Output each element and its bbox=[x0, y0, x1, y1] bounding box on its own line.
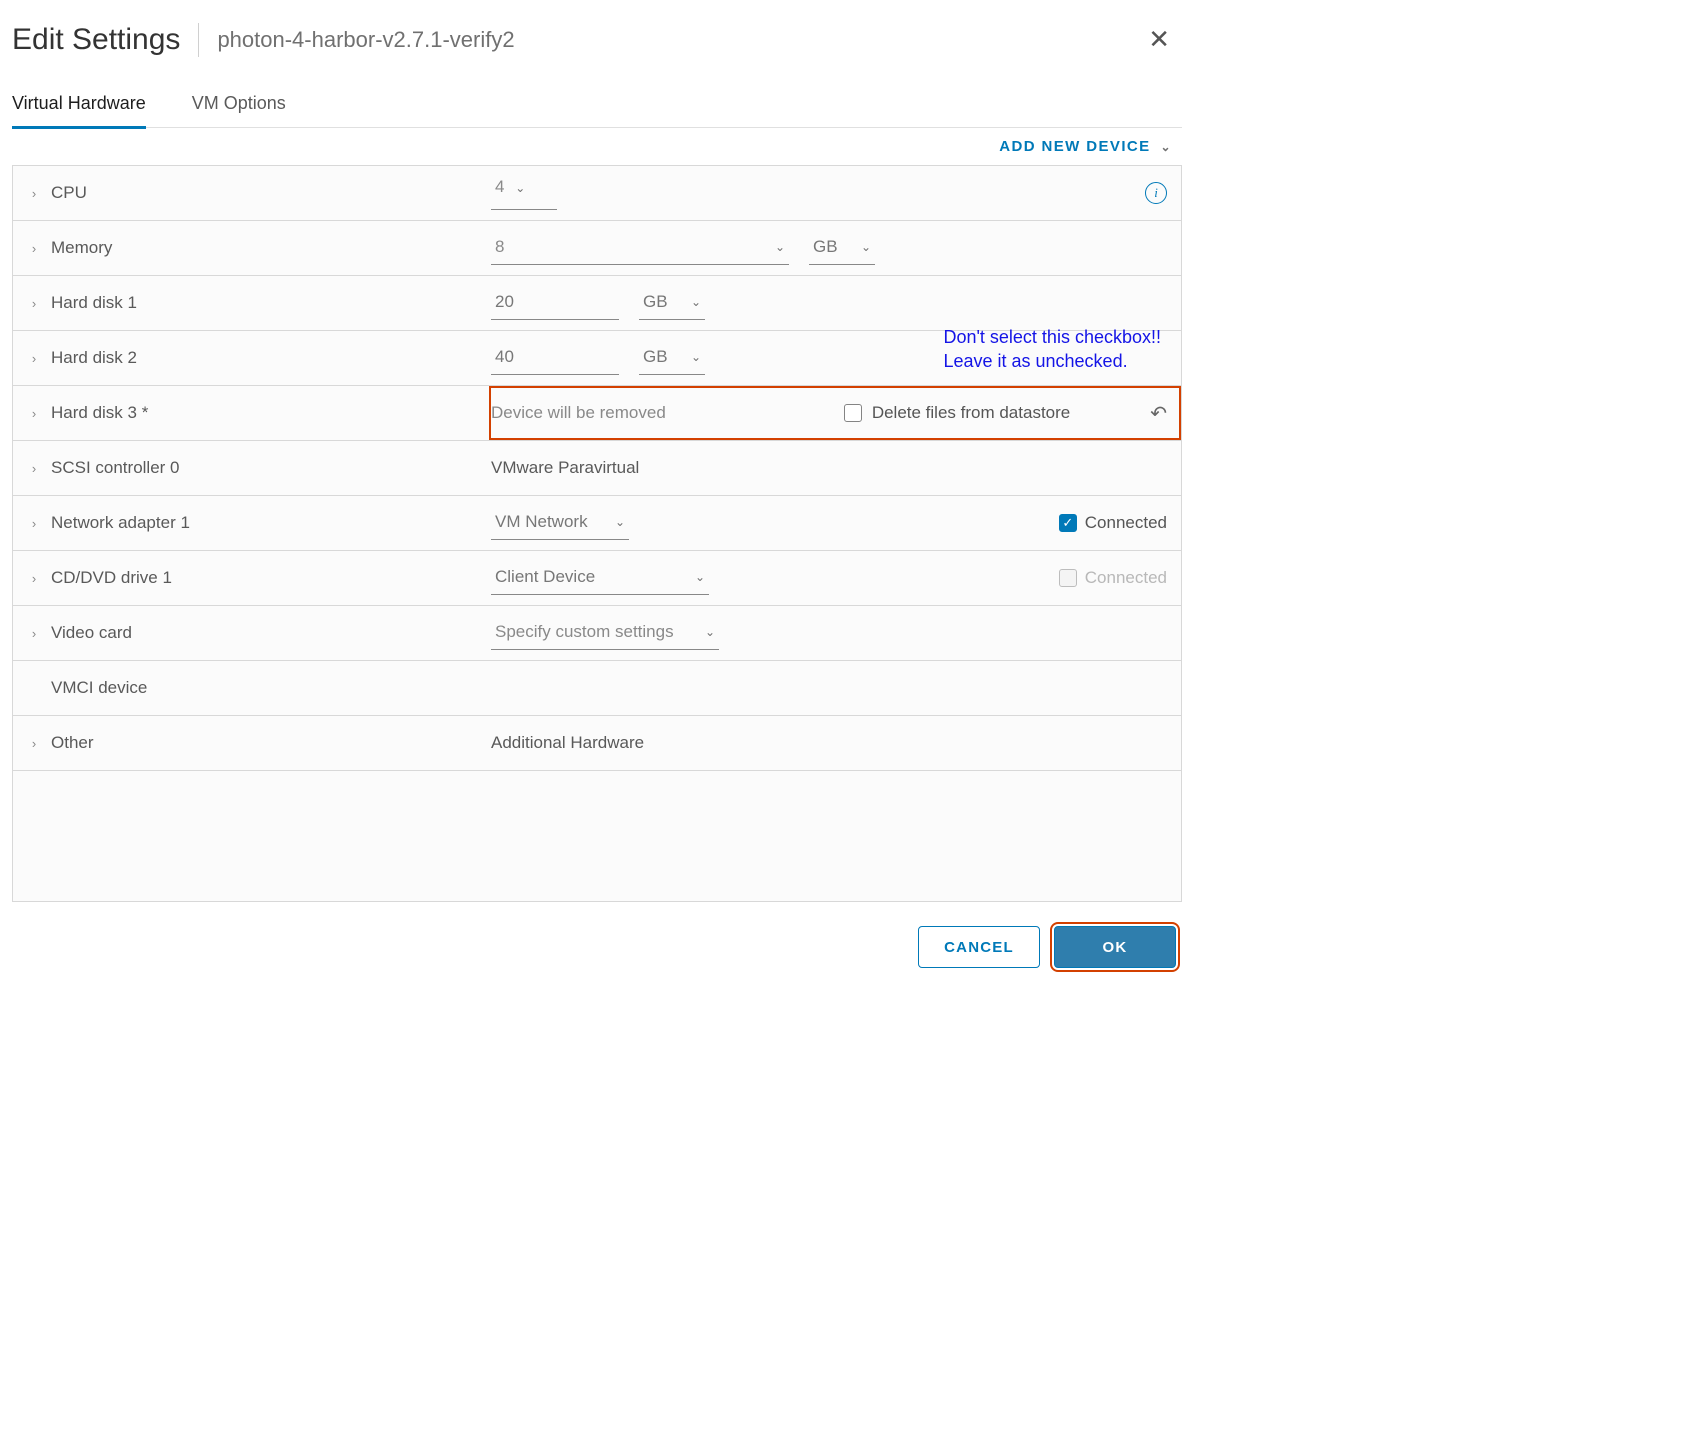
modal-title: Edit Settings bbox=[12, 23, 198, 57]
chevron-down-icon: ⌄ bbox=[609, 515, 625, 529]
tab-virtual-hardware[interactable]: Virtual Hardware bbox=[12, 83, 146, 129]
row-label: Hard disk 1 bbox=[51, 293, 491, 313]
row-label: CD/DVD drive 1 bbox=[51, 568, 491, 588]
undo-icon[interactable]: ↶ bbox=[1150, 401, 1167, 426]
memory-unit: GB bbox=[813, 237, 838, 257]
hardware-table: › CPU 4 ⌄ i › Memory 8 ⌄ GB bbox=[12, 165, 1182, 902]
network-adapter-select[interactable]: VM Network ⌄ bbox=[491, 507, 629, 540]
row-hard-disk-3: › Hard disk 3 * Device will be removed D… bbox=[13, 386, 1181, 441]
expand-toggle-icon[interactable]: › bbox=[27, 406, 41, 421]
row-video-card: › Video card Specify custom settings ⌄ bbox=[13, 606, 1181, 661]
row-label: Network adapter 1 bbox=[51, 513, 491, 533]
expand-toggle-icon[interactable]: › bbox=[27, 186, 41, 201]
hd1-unit: GB bbox=[643, 292, 668, 312]
info-icon[interactable]: i bbox=[1145, 182, 1167, 204]
row-label: VMCI device bbox=[51, 678, 491, 698]
delete-files-checkbox[interactable] bbox=[844, 404, 862, 422]
expand-toggle-icon[interactable]: › bbox=[27, 296, 41, 311]
chevron-down-icon: ⌄ bbox=[509, 181, 525, 195]
cpu-select[interactable]: 4 ⌄ bbox=[491, 177, 557, 210]
expand-toggle-icon[interactable]: › bbox=[27, 241, 41, 256]
chevron-down-icon: ⌄ bbox=[699, 625, 715, 639]
hd2-size-input[interactable] bbox=[491, 342, 619, 375]
row-label: SCSI controller 0 bbox=[51, 458, 491, 478]
memory-input[interactable]: 8 ⌄ bbox=[491, 232, 789, 265]
row-label: Memory bbox=[51, 238, 491, 258]
chevron-down-icon: ⌄ bbox=[685, 295, 701, 309]
row-hard-disk-1: › Hard disk 1 GB ⌄ bbox=[13, 276, 1181, 331]
modal-subtitle: photon-4-harbor-v2.7.1-verify2 bbox=[217, 27, 1148, 53]
other-value: Additional Hardware bbox=[491, 733, 644, 753]
row-label: Video card bbox=[51, 623, 491, 643]
modal-header: Edit Settings photon-4-harbor-v2.7.1-ver… bbox=[12, 20, 1182, 83]
tab-vm-options[interactable]: VM Options bbox=[192, 83, 286, 129]
network-connected-checkbox[interactable]: ✓ bbox=[1059, 514, 1077, 532]
expand-toggle-icon[interactable]: › bbox=[27, 626, 41, 641]
expand-toggle-icon[interactable]: › bbox=[27, 461, 41, 476]
table-filler bbox=[13, 771, 1181, 902]
annotation-line2: Leave it as unchecked. bbox=[943, 351, 1127, 371]
hd2-unit-select[interactable]: GB ⌄ bbox=[639, 342, 705, 375]
close-icon[interactable]: ✕ bbox=[1148, 20, 1182, 59]
cd-connected-label: Connected bbox=[1085, 568, 1167, 588]
row-memory: › Memory 8 ⌄ GB ⌄ bbox=[13, 221, 1181, 276]
row-other: › Other Additional Hardware bbox=[13, 716, 1181, 771]
cd-drive-value: Client Device bbox=[495, 567, 595, 587]
row-hard-disk-2: › Hard disk 2 GB ⌄ Don't select this che… bbox=[13, 331, 1181, 386]
cancel-button[interactable]: CANCEL bbox=[918, 926, 1040, 968]
network-connected-label: Connected bbox=[1085, 513, 1167, 533]
video-card-value: Specify custom settings bbox=[495, 622, 674, 642]
hd1-size-input[interactable] bbox=[491, 287, 619, 320]
row-cd-dvd-drive: › CD/DVD drive 1 Client Device ⌄ Connect… bbox=[13, 551, 1181, 606]
expand-toggle-placeholder: › bbox=[27, 681, 41, 696]
cpu-value: 4 bbox=[495, 177, 504, 196]
add-device-label: ADD NEW DEVICE bbox=[999, 138, 1150, 155]
ok-button[interactable]: OK bbox=[1054, 926, 1176, 968]
delete-files-label: Delete files from datastore bbox=[872, 403, 1070, 423]
chevron-down-icon: ⌄ bbox=[689, 570, 705, 584]
chevron-down-icon: ⌄ bbox=[1155, 140, 1172, 154]
cd-connected-checkbox bbox=[1059, 569, 1077, 587]
chevron-down-icon: ⌄ bbox=[855, 240, 871, 254]
row-label: CPU bbox=[51, 183, 491, 203]
expand-toggle-icon[interactable]: › bbox=[27, 351, 41, 366]
video-card-select[interactable]: Specify custom settings ⌄ bbox=[491, 617, 719, 650]
annotation-line1: Don't select this checkbox!! bbox=[943, 327, 1161, 347]
chevron-down-icon: ⌄ bbox=[769, 240, 785, 254]
row-label: Hard disk 3 * bbox=[51, 403, 491, 423]
scsi-value: VMware Paravirtual bbox=[491, 458, 639, 478]
expand-toggle-icon[interactable]: › bbox=[27, 571, 41, 586]
memory-unit-select[interactable]: GB ⌄ bbox=[809, 232, 875, 265]
add-new-device-button[interactable]: ADD NEW DEVICE ⌄ bbox=[999, 138, 1172, 155]
row-vmci-device: › VMCI device bbox=[13, 661, 1181, 716]
chevron-down-icon: ⌄ bbox=[685, 350, 701, 364]
header-divider bbox=[198, 23, 199, 57]
annotation-text: Don't select this checkbox!! Leave it as… bbox=[943, 325, 1161, 374]
memory-value: 8 bbox=[495, 237, 504, 257]
hd3-removed-note: Device will be removed bbox=[491, 403, 666, 423]
expand-toggle-icon[interactable]: › bbox=[27, 516, 41, 531]
cd-drive-select[interactable]: Client Device ⌄ bbox=[491, 562, 709, 595]
row-scsi-controller: › SCSI controller 0 VMware Paravirtual bbox=[13, 441, 1181, 496]
row-label: Other bbox=[51, 733, 491, 753]
row-label: Hard disk 2 bbox=[51, 348, 491, 368]
tab-bar: Virtual Hardware VM Options bbox=[12, 83, 1182, 128]
row-cpu: › CPU 4 ⌄ i bbox=[13, 166, 1181, 221]
add-device-row: ADD NEW DEVICE ⌄ bbox=[12, 128, 1182, 165]
expand-toggle-icon[interactable]: › bbox=[27, 736, 41, 751]
hd1-unit-select[interactable]: GB ⌄ bbox=[639, 287, 705, 320]
row-network-adapter: › Network adapter 1 VM Network ⌄ ✓ Conne… bbox=[13, 496, 1181, 551]
hd2-unit: GB bbox=[643, 347, 668, 367]
edit-settings-modal: Edit Settings photon-4-harbor-v2.7.1-ver… bbox=[12, 0, 1182, 1008]
modal-footer: CANCEL OK bbox=[12, 902, 1182, 968]
network-adapter-value: VM Network bbox=[495, 512, 588, 532]
